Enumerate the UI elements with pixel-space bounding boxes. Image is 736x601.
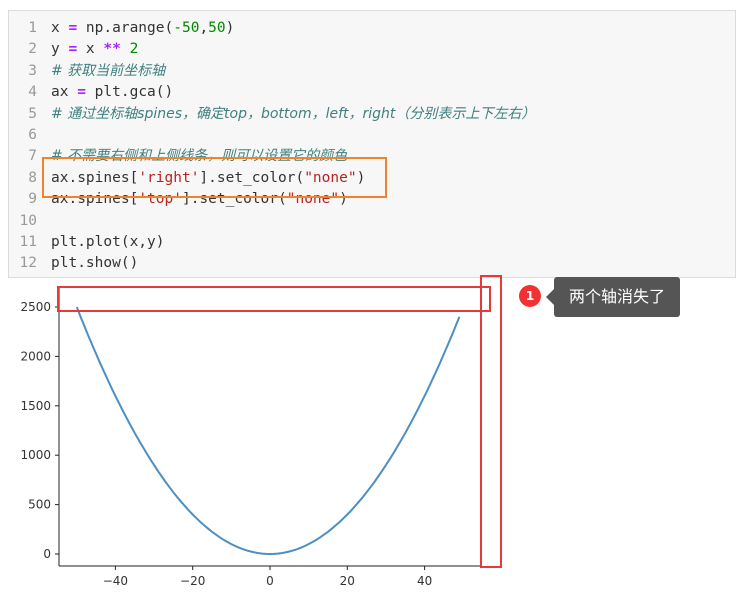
y-tick-label: 2000 [20,349,51,363]
x-tick-label: −20 [180,574,205,588]
annotation-badge: 1 [519,285,541,307]
y-tick-label: 1500 [20,399,51,413]
x-tick-label: 0 [266,574,274,588]
annotation-callout: 两个轴消失了 [546,277,680,317]
y-tick-label: 0 [43,547,51,561]
y-tick-label: 500 [28,498,51,512]
x-tick-label: 40 [417,574,432,588]
y-tick-label: 1000 [20,448,51,462]
y-tick-label: 2500 [20,300,51,314]
missing-top-spine-box [57,286,491,312]
parabola-line [75,306,461,556]
missing-right-spine-box [480,275,502,568]
y-axis: 0 500 1000 1500 2000 2500 [20,288,60,566]
x-axis: −40 −20 0 20 40 [59,565,480,588]
x-tick-label: 20 [340,574,355,588]
x-tick-label: −40 [103,574,128,588]
